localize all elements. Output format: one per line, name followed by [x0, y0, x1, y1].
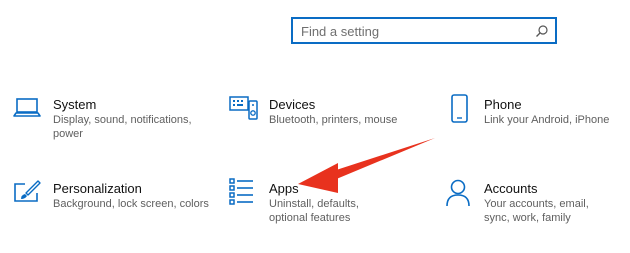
tile-description: Bluetooth, printers, mouse	[269, 114, 398, 126]
laptop-icon	[13, 98, 41, 117]
tile-title: Devices	[269, 97, 316, 112]
devices-icon	[229, 96, 258, 120]
tile-title: Accounts	[484, 181, 538, 196]
apps-icon	[229, 178, 253, 205]
tile-accounts[interactable]: Accounts Your accounts, email, sync, wor…	[445, 178, 625, 228]
accounts-icon	[446, 179, 470, 207]
tile-description: Background, lock screen, colors	[53, 198, 209, 210]
tile-description: Your accounts, email, sync, work, family	[484, 198, 589, 224]
tile-title: System	[53, 97, 97, 112]
tile-title: Phone	[484, 97, 522, 112]
personalization-icon	[14, 180, 41, 202]
tile-system[interactable]: System Display, sound, notifications, po…	[12, 94, 212, 144]
tile-title: Apps	[269, 181, 299, 196]
phone-icon	[451, 94, 468, 123]
tile-devices[interactable]: Devices Bluetooth, printers, mouse	[229, 94, 429, 144]
search-box[interactable]	[291, 17, 557, 44]
tile-description: Uninstall, defaults, optional features	[269, 198, 359, 224]
tile-personalization[interactable]: Personalization Background, lock screen,…	[12, 178, 212, 228]
tile-description: Link your Android, iPhone	[484, 114, 610, 126]
tile-description: Display, sound, notifications, power	[53, 114, 192, 140]
search-input[interactable]	[301, 22, 521, 40]
tile-phone[interactable]: Phone Link your Android, iPhone	[445, 94, 625, 144]
tile-apps[interactable]: Apps Uninstall, defaults, optional featu…	[229, 178, 429, 228]
search-icon	[536, 25, 548, 37]
tile-title: Personalization	[53, 181, 142, 196]
